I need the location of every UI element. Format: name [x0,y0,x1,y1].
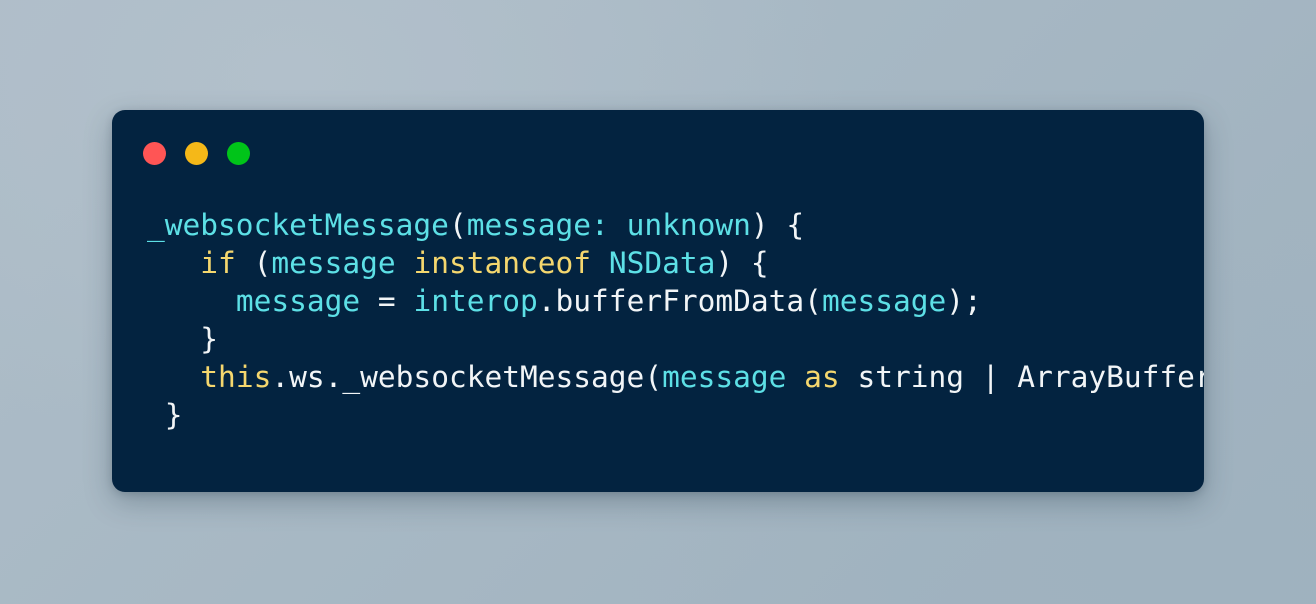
code-token: this [200,360,272,394]
code-token: = [360,284,414,318]
minimize-window-button[interactable] [185,142,208,165]
code-token: as [804,360,840,394]
code-token: message [662,360,787,394]
page-background: _websocketMessage(message: unknown) { if… [0,0,1316,604]
code-token: ) { [715,246,769,280]
code-token: _websocketMessage [147,208,449,242]
code-token: } [147,322,219,356]
close-window-button[interactable] [143,142,166,165]
code-window-card: _websocketMessage(message: unknown) { if… [112,110,1204,492]
code-line: _websocketMessage(message: unknown) { [147,206,1204,244]
window-titlebar [143,142,250,165]
code-line: } [147,396,1204,434]
code-token: message: [466,208,609,242]
code-token: .bufferFromData( [537,284,822,318]
code-token: string | ArrayBuffer); [857,360,1204,394]
code-token: if [200,246,236,280]
code-token: ) { [750,208,805,242]
code-token: instanceof [413,246,592,280]
code-line: if (message instanceof NSData) { [147,244,1204,282]
code-token: message [235,284,361,318]
code-token: ( [448,208,467,242]
code-line: message = interop.bufferFromData(message… [147,282,1204,320]
code-token: } [147,398,183,432]
code-block[interactable]: _websocketMessage(message: unknown) { if… [112,206,1204,434]
code-token: ( [235,246,272,280]
code-line: this.ws._websocketMessage(message as str… [147,358,1204,396]
code-token: interop [413,284,538,318]
code-token: message [821,284,947,318]
code-line: } [147,320,1204,358]
code-token: NSData [608,246,716,280]
code-token: unknown [626,208,751,242]
maximize-window-button[interactable] [227,142,250,165]
code-token: ); [946,284,982,318]
code-token: .ws._websocketMessage( [271,360,663,394]
code-token: message [271,246,396,280]
